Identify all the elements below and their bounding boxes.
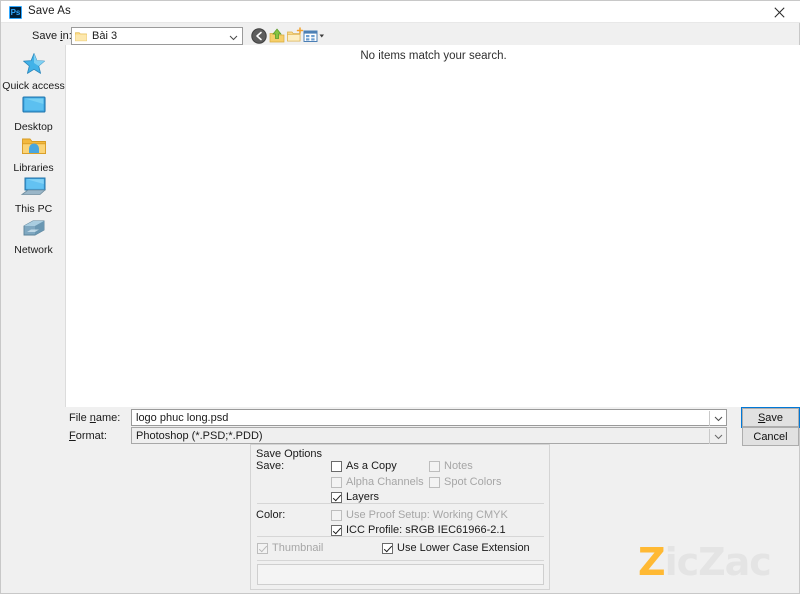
title-bar: Ps Save As [1, 1, 800, 23]
save-button-label: Save [758, 412, 783, 424]
watermark-rest: icZac [665, 540, 771, 584]
file-list[interactable]: No items match your search. [65, 45, 800, 407]
save-in-combobox[interactable]: Bài 3 [71, 27, 243, 45]
checkbox-box [331, 492, 342, 503]
checkbox-use-lower-case-extension[interactable]: Use Lower Case Extension [382, 542, 530, 554]
watermark: ZicZac [638, 542, 771, 582]
color-group-label: Color: [256, 509, 285, 521]
format-select[interactable]: Photoshop (*.PSD;*.PDD) [131, 427, 727, 444]
photoshop-ps-icon: Ps [9, 6, 22, 19]
up-folder-icon[interactable] [268, 27, 286, 45]
divider [709, 429, 710, 444]
format-label: Format: [69, 430, 107, 442]
chevron-down-icon[interactable] [713, 413, 724, 424]
checkbox-label: As a Copy [346, 460, 397, 472]
checkbox-box [331, 525, 342, 536]
sidebar-item-libraries[interactable]: Libraries [2, 131, 65, 174]
checkbox-box [429, 461, 440, 472]
checkbox-thumbnail: Thumbnail [257, 542, 323, 554]
checkbox-box [331, 477, 342, 488]
save-options-title: Save Options [256, 448, 322, 460]
checkbox-layers[interactable]: Layers [331, 491, 379, 503]
checkbox-box [382, 543, 393, 554]
save-options-panel: Save Options Save: As a Copy Alpha Chann… [250, 444, 550, 590]
divider [709, 411, 710, 426]
sidebar-item-quick-access[interactable]: Quick access [2, 49, 65, 92]
close-icon[interactable] [757, 1, 800, 23]
save-in-value: Bài 3 [92, 30, 117, 42]
checkbox-icc-profile[interactable]: ICC Profile: sRGB IEC61966-2.1 [331, 524, 506, 536]
back-arrow-icon[interactable] [250, 27, 268, 45]
checkbox-as-a-copy[interactable]: As a Copy [331, 460, 397, 472]
file-name-value: logo phuc long.psd [136, 412, 228, 424]
checkbox-label: Use Proof Setup: Working CMYK [346, 509, 508, 521]
cancel-button-label: Cancel [753, 431, 787, 443]
watermark-accent: Z [638, 540, 665, 584]
sidebar-item-label: Network [2, 244, 65, 256]
checkbox-label: Spot Colors [444, 476, 501, 488]
window-title: Save As [28, 5, 71, 17]
checkbox-label: Use Lower Case Extension [397, 542, 530, 554]
divider [257, 503, 544, 504]
checkbox-notes: Notes [429, 460, 473, 472]
preview-field[interactable] [257, 564, 544, 585]
divider [257, 536, 544, 537]
save-button[interactable]: Save [742, 408, 799, 427]
checkbox-label: ICC Profile: sRGB IEC61966-2.1 [346, 524, 506, 536]
checkbox-label: Layers [346, 491, 379, 503]
save-group-label: Save: [256, 460, 284, 472]
checkbox-label: Notes [444, 460, 473, 472]
sidebar-item-network[interactable]: Network [2, 213, 65, 256]
checkbox-label: Alpha Channels [346, 476, 424, 488]
file-name-input[interactable]: logo phuc long.psd [131, 409, 727, 426]
save-in-label: Save in: [32, 30, 72, 42]
checkbox-box [257, 543, 268, 554]
sidebar-item-this-pc[interactable]: This PC [2, 172, 65, 215]
folder-icon [75, 31, 87, 42]
empty-list-message: No items match your search. [66, 50, 800, 62]
star-icon [2, 49, 65, 79]
chevron-down-icon [228, 32, 239, 43]
format-value: Photoshop (*.PSD;*.PDD) [136, 430, 263, 442]
checkbox-alpha-channels: Alpha Channels [331, 476, 424, 488]
checkbox-label: Thumbnail [272, 542, 323, 554]
checkbox-box [331, 510, 342, 521]
checkbox-use-proof-setup: Use Proof Setup: Working CMYK [331, 509, 508, 521]
views-grid-icon[interactable] [302, 27, 326, 45]
checkbox-box [429, 477, 440, 488]
file-name-label: File name: [69, 412, 120, 424]
chevron-down-icon[interactable] [713, 431, 724, 442]
divider [257, 560, 544, 561]
sidebar-item-desktop[interactable]: Desktop [2, 90, 65, 133]
places-sidebar: Quick access Desktop Libraries [2, 45, 65, 407]
checkbox-box [331, 461, 342, 472]
network-icon [2, 213, 65, 243]
desktop-monitor-icon [2, 90, 65, 120]
cancel-button[interactable]: Cancel [742, 427, 799, 446]
this-pc-icon [2, 172, 65, 202]
checkbox-spot-colors: Spot Colors [429, 476, 501, 488]
libraries-folder-icon [2, 131, 65, 161]
save-as-dialog: Ps Save As Save in: Bài 3 [0, 0, 800, 594]
